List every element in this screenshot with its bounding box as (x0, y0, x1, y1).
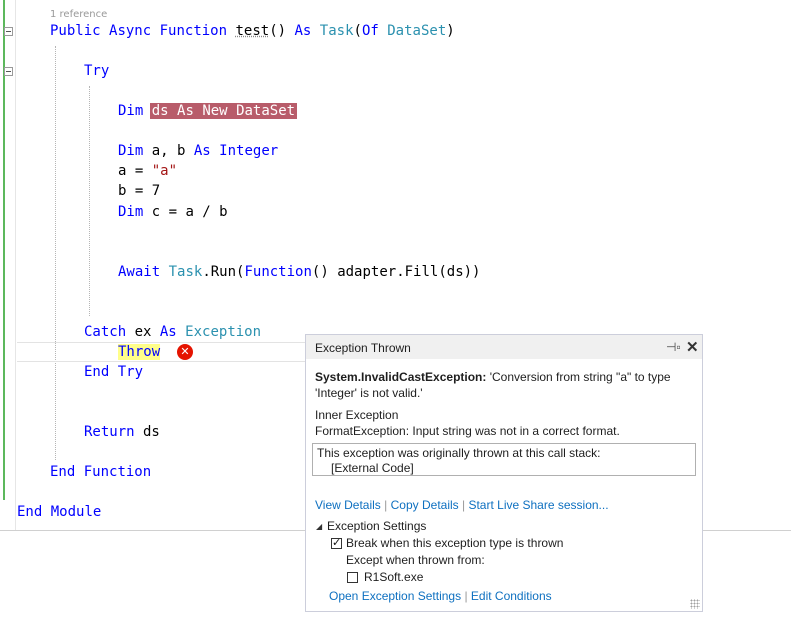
keyword: Try (117, 364, 144, 380)
keyword: Dim (118, 103, 144, 119)
codelens-references[interactable]: 1 reference (50, 9, 107, 20)
collapse-try-icon[interactable] (4, 67, 13, 76)
identifier: ds (151, 103, 169, 119)
keyword: Dim (118, 204, 144, 220)
keyword: Await (118, 264, 161, 280)
type-name: DataSet (387, 23, 447, 39)
popup-title: Exception Thrown (315, 341, 411, 355)
identifier: a, b (143, 143, 194, 159)
code-line-dim-c[interactable]: Dim c = a / b (118, 203, 228, 221)
keyword: As (177, 103, 194, 119)
code-line-throw[interactable]: Throw (118, 343, 161, 361)
code-line-await[interactable]: Await Task.Run(Function() adapter.Fill(d… (118, 263, 480, 281)
keyword: Public (50, 23, 101, 39)
indent-guide (89, 86, 90, 316)
module-label: R1Soft.exe (364, 570, 424, 584)
keyword: Module (50, 504, 102, 520)
keyword: End (50, 464, 76, 480)
string-literal: "a" (151, 163, 178, 179)
inner-exception-heading: Inner Exception (315, 408, 399, 422)
exception-message-line2: 'Integer' is not valid.' (315, 386, 423, 400)
code-line-end-function[interactable]: End Function (50, 463, 151, 481)
keyword: As (193, 143, 211, 159)
keyword: Function (244, 264, 312, 280)
error-icon[interactable]: ✕ (177, 344, 193, 360)
keyword: End (17, 504, 43, 520)
exception-popup: Exception Thrown ⊣▫ ✕ System.InvalidCast… (305, 334, 703, 612)
keyword: Try (84, 63, 110, 79)
resize-grip-icon[interactable] (690, 599, 700, 609)
indent-guide (55, 46, 56, 460)
highlighted-statement: ds As New DataSet (149, 103, 298, 119)
popup-title-bar: Exception Thrown ⊣▫ ✕ (306, 335, 702, 359)
collapse-function-icon[interactable] (4, 27, 13, 36)
keyword: End (84, 364, 110, 380)
keyword: Of (361, 23, 379, 39)
view-details-link[interactable]: View Details (315, 498, 381, 512)
identifier: ds (134, 424, 160, 440)
link-separator: | (464, 589, 468, 603)
exception-type: System.InvalidCastException: (315, 370, 487, 384)
keyword: Throw (118, 344, 161, 360)
exception-message: System.InvalidCastException: 'Conversion… (315, 370, 671, 384)
type-name: Task (319, 23, 354, 39)
inner-exception-message: FormatException: Input string was not in… (315, 424, 620, 438)
identifier: a = (118, 163, 152, 179)
bottom-links: Open Exception Settings | Edit Condition… (329, 589, 552, 603)
gutter-border (15, 0, 16, 530)
exception-message-line1: 'Conversion from string "a" to type (486, 370, 671, 384)
code-line-assign-b[interactable]: b = 7 (118, 182, 160, 200)
code-line-function-declaration[interactable]: Public Async Function test() As Task(Of … (50, 22, 455, 40)
link-separator: | (384, 498, 388, 512)
punctuation: () (269, 23, 295, 39)
keyword: Dim (118, 143, 144, 159)
identifier: ex (126, 324, 160, 340)
punctuation: ) (446, 23, 455, 39)
code-line-return[interactable]: Return ds (84, 423, 160, 441)
live-share-link[interactable]: Start Live Share session... (468, 498, 608, 512)
code-line-end-module[interactable]: End Module (17, 503, 101, 521)
keyword: As (294, 23, 312, 39)
keyword: Return (84, 424, 135, 440)
exception-settings-heading[interactable]: Exception Settings (327, 519, 426, 533)
punctuation: .Run( (202, 264, 245, 280)
keyword: Integer (219, 143, 279, 159)
current-line-indicator (17, 342, 307, 362)
punctuation: ( (353, 23, 362, 39)
code-line-try[interactable]: Try (84, 62, 109, 80)
keyword: Function (83, 464, 152, 480)
keyword: New (202, 103, 228, 119)
identifier: () adapter.Fill(ds)) (311, 264, 481, 280)
popup-links: View Details | Copy Details | Start Live… (315, 498, 609, 512)
except-when-label: Except when thrown from: (346, 553, 485, 567)
code-line-dim-ds[interactable]: Dim ds As New DataSet (118, 102, 298, 120)
code-line-assign-a[interactable]: a = "a" (118, 162, 177, 180)
call-stack-heading: This exception was originally thrown at … (317, 446, 601, 460)
pin-icon[interactable]: ⊣▫ (666, 340, 681, 354)
collapse-triangle-icon[interactable]: ◢ (316, 522, 322, 531)
type-name: Task (168, 264, 203, 280)
edit-conditions-link[interactable]: Edit Conditions (471, 589, 552, 603)
keyword: As (159, 324, 177, 340)
type-name: Exception (185, 324, 262, 340)
keyword: Async (109, 23, 152, 39)
open-exception-settings-link[interactable]: Open Exception Settings (329, 589, 461, 603)
link-separator: | (462, 498, 466, 512)
close-icon[interactable]: ✕ (686, 338, 699, 356)
call-stack-item: [External Code] (331, 461, 414, 475)
code-line-catch[interactable]: Catch ex As Exception (84, 323, 261, 341)
break-when-thrown-checkbox[interactable] (331, 536, 342, 549)
copy-details-link[interactable]: Copy Details (391, 498, 459, 512)
keyword: Catch (84, 324, 127, 340)
break-when-thrown-label: Break when this exception type is thrown (346, 536, 564, 550)
statement: b = 7 (118, 183, 161, 199)
identifier: c = a / b (143, 204, 228, 220)
module-checkbox[interactable] (347, 572, 358, 583)
code-line-end-try[interactable]: End Try (84, 363, 143, 381)
keyword: Function (159, 23, 228, 39)
call-stack-box: This exception was originally thrown at … (312, 443, 696, 476)
type-name: DataSet (236, 103, 296, 119)
function-name: test (235, 23, 270, 39)
code-line-dim-ab[interactable]: Dim a, b As Integer (118, 142, 278, 160)
